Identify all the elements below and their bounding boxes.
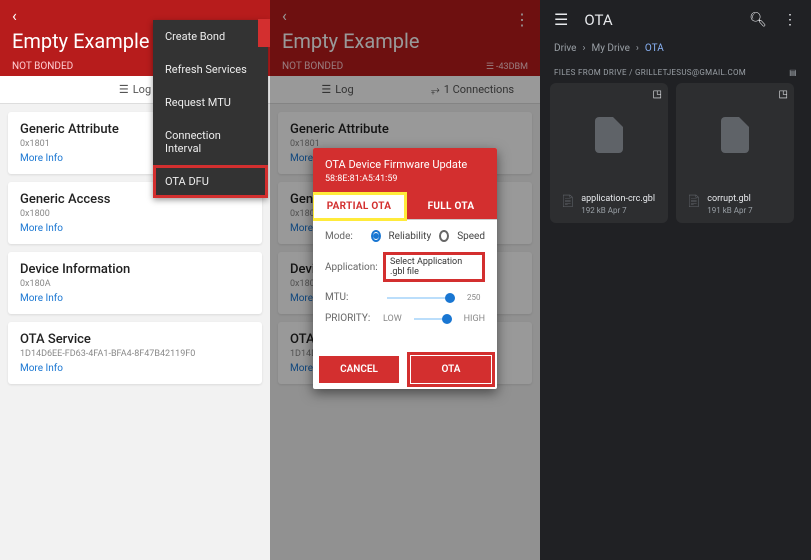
file-card[interactable]: ◳ 📄︎ corrupt.gbl 191 kB Apr 7 [676,83,794,223]
application-label: Application: [325,262,375,273]
pane-1: ‹ Empty Example NOT BONDED ☰ Log Generic… [0,0,270,560]
file-thumb [550,83,668,186]
file-card[interactable]: ◳ 📄︎ application-crc.gbl 192 kB Apr 7 [550,83,668,223]
mtu-slider[interactable] [387,297,455,299]
device-mac: 58:8E:81:A5:41:59 [325,174,485,184]
more-info-link[interactable]: More Info [20,223,250,234]
crumb-mydrive[interactable]: My Drive [591,43,629,54]
mode-label: Mode: [325,231,363,242]
files-from-label: FILES FROM DRIVE / GRILLETJESUS@GMAIL.CO… [554,68,746,77]
crumb-drive[interactable]: Drive [554,43,576,54]
select-gbl-file[interactable]: Select Application .gbl file [383,252,485,282]
menu-ota-dfu[interactable]: OTA DFU [153,165,268,198]
application-row: Application: Select Application .gbl fil… [325,252,485,282]
drive-toolbar: ☰ OTA 🔍︎ ⋮ [540,0,811,39]
menu-request-mtu[interactable]: Request MTU [153,86,268,119]
more-info-link[interactable]: More Info [20,293,250,304]
file-type-icon: 📄︎ [560,194,575,208]
priority-low-label: LOW [383,314,402,324]
file-footer: 📄︎ corrupt.gbl 191 kB Apr 7 [676,186,794,223]
hamburger-icon[interactable]: ☰ [554,10,568,29]
service-card[interactable]: OTA Service 1D14D6EE-FD63-4FA1-BFA4-8F47… [8,322,262,384]
files-grid: ◳ 📄︎ application-crc.gbl 192 kB Apr 7 ◳ … [540,83,811,223]
file-meta: 191 kB Apr 7 [707,206,752,215]
service-uuid: 0x180A [20,279,250,289]
menu-connection-interval[interactable]: Connection Interval [153,119,268,165]
service-uuid: 0x1800 [20,209,250,219]
file-type-icon: 📄︎ [686,194,701,208]
more-info-link[interactable]: More Info [20,363,250,374]
file-footer: 📄︎ application-crc.gbl 192 kB Apr 7 [550,186,668,223]
service-uuid: 1D14D6EE-FD63-4FA1-BFA4-8F47B42119F0 [20,349,250,359]
tab-partial-ota[interactable]: PARTIAL OTA [313,194,405,219]
mode-row: Mode: Reliability Speed [325,230,485,242]
toolbar-icons: 🔍︎ ⋮ [749,12,797,28]
radio-reliability[interactable] [371,230,381,242]
dialog-body: Mode: Reliability Speed Application: Sel… [313,220,497,344]
overflow-menu: Create Bond Refresh Services Request MTU… [153,20,268,198]
service-card[interactable]: Device Information 0x180A More Info [8,252,262,314]
file-thumb [676,83,794,186]
priority-high-label: HIGH [464,314,485,324]
pane-3: ☰ OTA 🔍︎ ⋮ Drive › My Drive › OTA FILES … [540,0,811,560]
ota-dialog: OTA Device Firmware Update 58:8E:81:A5:4… [313,148,497,389]
mtu-label: MTU: [325,292,375,303]
dialog-title: OTA Device Firmware Update [325,158,485,171]
dialog-tabs: PARTIAL OTA FULL OTA [313,194,497,220]
cancel-button[interactable]: CANCEL [319,356,399,383]
file-name: application-crc.gbl [581,194,655,204]
search-icon[interactable]: 🔍︎ [749,12,767,28]
chevron-right-icon: › [582,43,585,54]
radio-speed[interactable] [439,230,449,242]
file-icon [595,117,623,153]
tab-full-ota[interactable]: FULL OTA [405,194,497,219]
menu-refresh-services[interactable]: Refresh Services [153,53,268,86]
overflow-highlight [258,19,270,47]
file-name: corrupt.gbl [707,194,752,204]
overflow-icon[interactable]: ⋮ [783,12,797,28]
priority-slider[interactable] [414,318,452,320]
view-toggle-icon[interactable]: ▤ [789,68,797,77]
mtu-row: MTU: 250 [325,292,485,303]
chevron-right-icon: › [636,43,639,54]
tab-log-label: Log [133,83,151,96]
ota-button[interactable]: OTA [411,356,491,383]
crumb-current: OTA [645,43,664,54]
page-title: OTA [584,11,733,29]
dialog-header: OTA Device Firmware Update 58:8E:81:A5:4… [313,148,497,194]
breadcrumb: Drive › My Drive › OTA [540,39,811,58]
pane-2: ‹ Empty Example ⋮ NOT BONDED ☰ -43dBm ☰ … [270,0,540,560]
mtu-value: 250 [467,293,485,302]
expand-icon[interactable]: ◳ [779,89,788,100]
file-icon [721,117,749,153]
service-name: Device Information [20,262,250,277]
service-name: OTA Service [20,332,250,347]
priority-row: PRIORITY: LOW HIGH [325,313,485,324]
list-icon: ☰ [119,83,129,96]
dialog-actions: CANCEL OTA [313,350,497,389]
menu-create-bond[interactable]: Create Bond [153,20,268,53]
expand-icon[interactable]: ◳ [653,89,662,100]
radio-reliability-label: Reliability [389,231,432,242]
radio-speed-label: Speed [457,231,485,242]
file-meta: 192 kB Apr 7 [581,206,655,215]
files-header: FILES FROM DRIVE / GRILLETJESUS@GMAIL.CO… [540,58,811,83]
priority-label: PRIORITY: [325,313,375,324]
